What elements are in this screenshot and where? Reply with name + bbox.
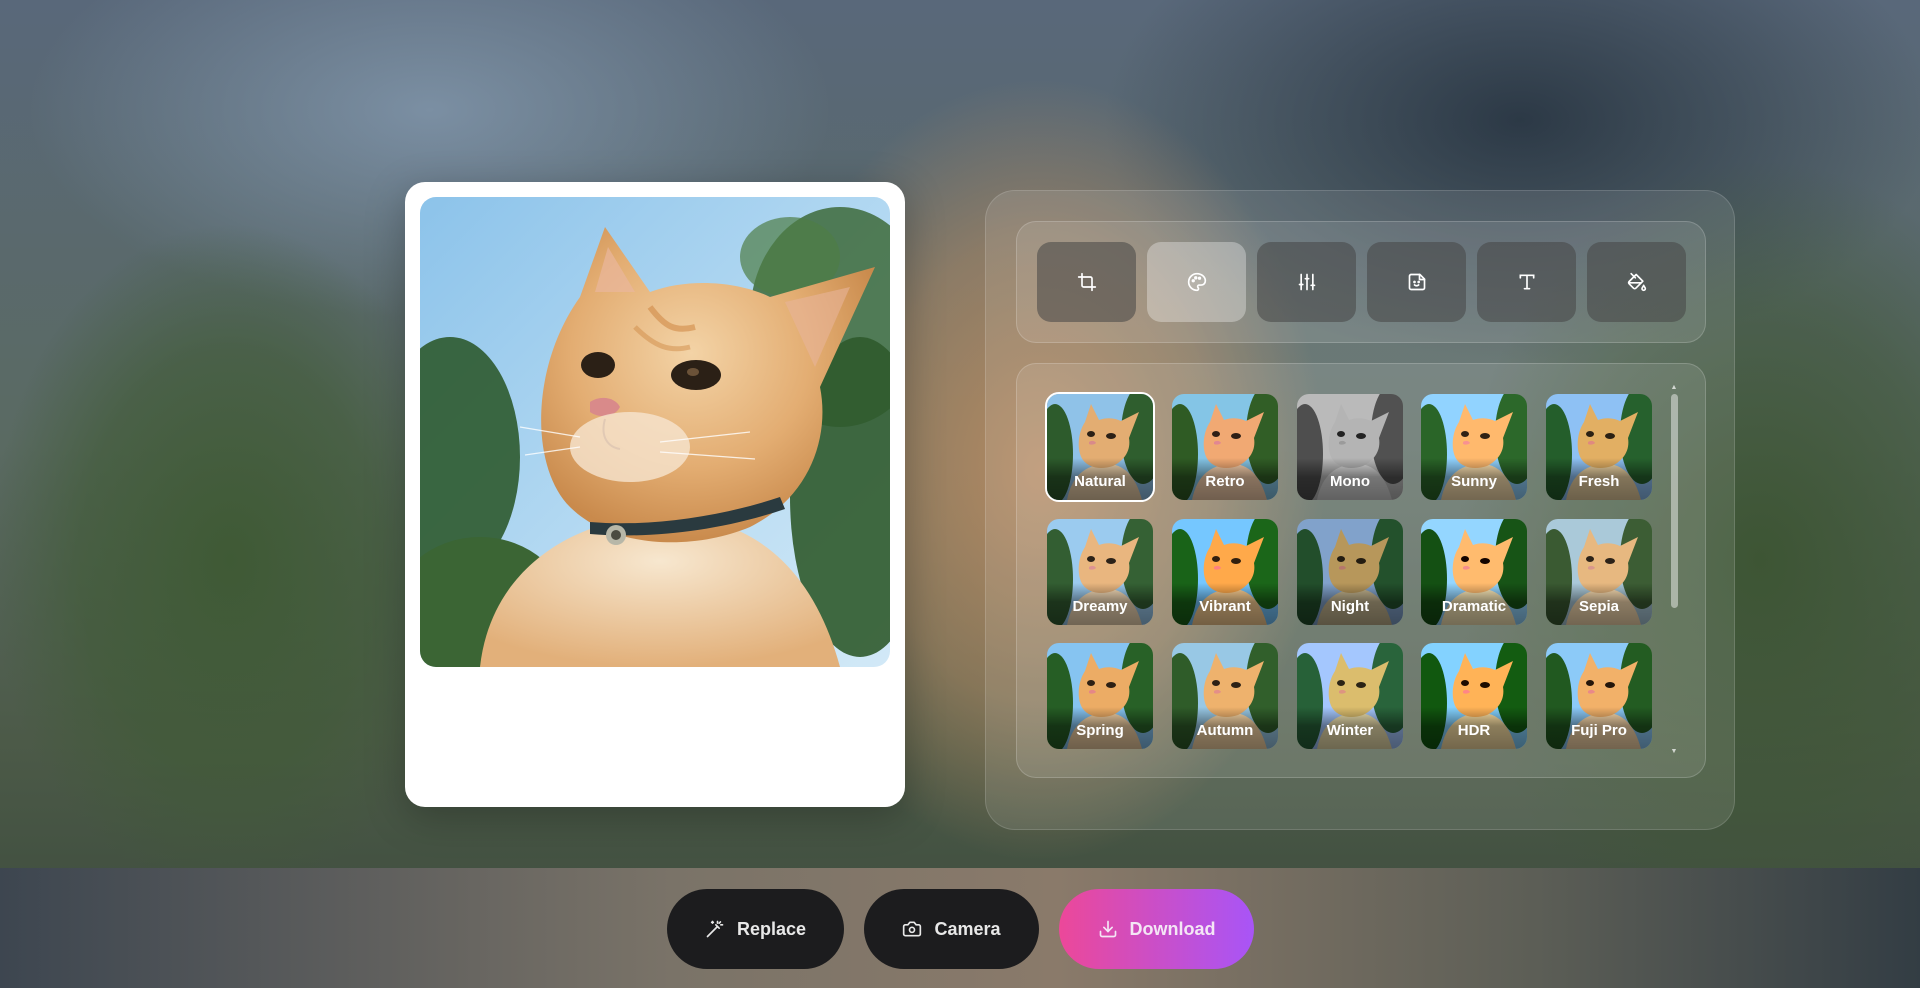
camera-icon (903, 921, 922, 937)
filter-tile-fuji-pro[interactable]: Fuji Pro (1546, 643, 1652, 749)
filter-label: Autumn (1172, 707, 1278, 749)
filter-label: Spring (1047, 707, 1153, 749)
filter-tile-autumn[interactable]: Autumn (1172, 643, 1278, 749)
filters-grid: Natural Retro Mono Sunny Fresh Dreamy Vibrant N… (1016, 363, 1706, 778)
filter-tile-retro[interactable]: Retro (1172, 394, 1278, 500)
paint-bucket-icon (1627, 272, 1646, 292)
palette-icon (1187, 272, 1206, 292)
photo-card (405, 182, 905, 807)
sticker-button[interactable] (1367, 242, 1466, 322)
adjust-button[interactable] (1257, 242, 1356, 322)
filter-tile-hdr[interactable]: HDR (1421, 643, 1527, 749)
editor-panel: Natural Retro Mono Sunny Fresh Dreamy Vibrant N… (985, 190, 1735, 830)
sticker-icon (1408, 273, 1425, 291)
editor-toolbar (1016, 221, 1706, 343)
filter-tile-sepia[interactable]: Sepia (1546, 519, 1652, 625)
filter-label: Sunny (1421, 458, 1527, 500)
filter-tile-dramatic[interactable]: Dramatic (1421, 519, 1527, 625)
filter-tile-fresh[interactable]: Fresh (1546, 394, 1652, 500)
filter-tile-natural[interactable]: Natural (1045, 392, 1155, 502)
scroll-up-icon[interactable]: ▲ (1670, 384, 1678, 392)
filters-button[interactable] (1147, 242, 1246, 322)
crop-button[interactable] (1037, 242, 1136, 322)
filter-label: Natural (1047, 458, 1153, 500)
filter-label: Night (1297, 583, 1403, 625)
magic-wand-icon (706, 920, 724, 938)
cat-photo (420, 197, 890, 667)
replace-label: Replace (736, 918, 807, 939)
filter-tile-spring[interactable]: Spring (1047, 643, 1153, 749)
filter-tile-sunny[interactable]: Sunny (1421, 394, 1527, 500)
filter-label: Vibrant (1172, 583, 1278, 625)
download-label: Download (1129, 918, 1216, 939)
filter-label: Sepia (1546, 583, 1652, 625)
sliders-icon (1298, 273, 1315, 291)
filter-label: Fuji Pro (1546, 707, 1652, 749)
filter-tile-vibrant[interactable]: Vibrant (1172, 519, 1278, 625)
filter-tile-winter[interactable]: Winter (1297, 643, 1403, 749)
filter-label: Mono (1297, 458, 1403, 500)
camera-label: Camera (934, 918, 1001, 939)
scroll-down-icon[interactable]: ▼ (1670, 748, 1678, 756)
filter-label: Retro (1172, 458, 1278, 500)
replace-button[interactable]: Replace (667, 889, 844, 969)
scroll-thumb[interactable] (1671, 394, 1678, 608)
filter-tile-dreamy[interactable]: Dreamy (1047, 519, 1153, 625)
filter-tile-mono[interactable]: Mono (1297, 394, 1403, 500)
download-icon (1099, 920, 1116, 938)
filter-label: Winter (1297, 707, 1403, 749)
filter-label: Fresh (1546, 458, 1652, 500)
filter-tile-night[interactable]: Night (1297, 519, 1403, 625)
fill-button[interactable] (1587, 242, 1686, 322)
download-button[interactable]: Download (1059, 889, 1254, 969)
text-button[interactable] (1477, 242, 1576, 322)
camera-button[interactable]: Camera (864, 889, 1039, 969)
crop-icon (1077, 272, 1096, 292)
filter-label: HDR (1421, 707, 1527, 749)
text-icon (1519, 274, 1534, 290)
filter-label: Dramatic (1421, 583, 1527, 625)
filter-label: Dreamy (1047, 583, 1153, 625)
filters-scrollbar[interactable]: ▲ ▼ (1670, 384, 1678, 756)
